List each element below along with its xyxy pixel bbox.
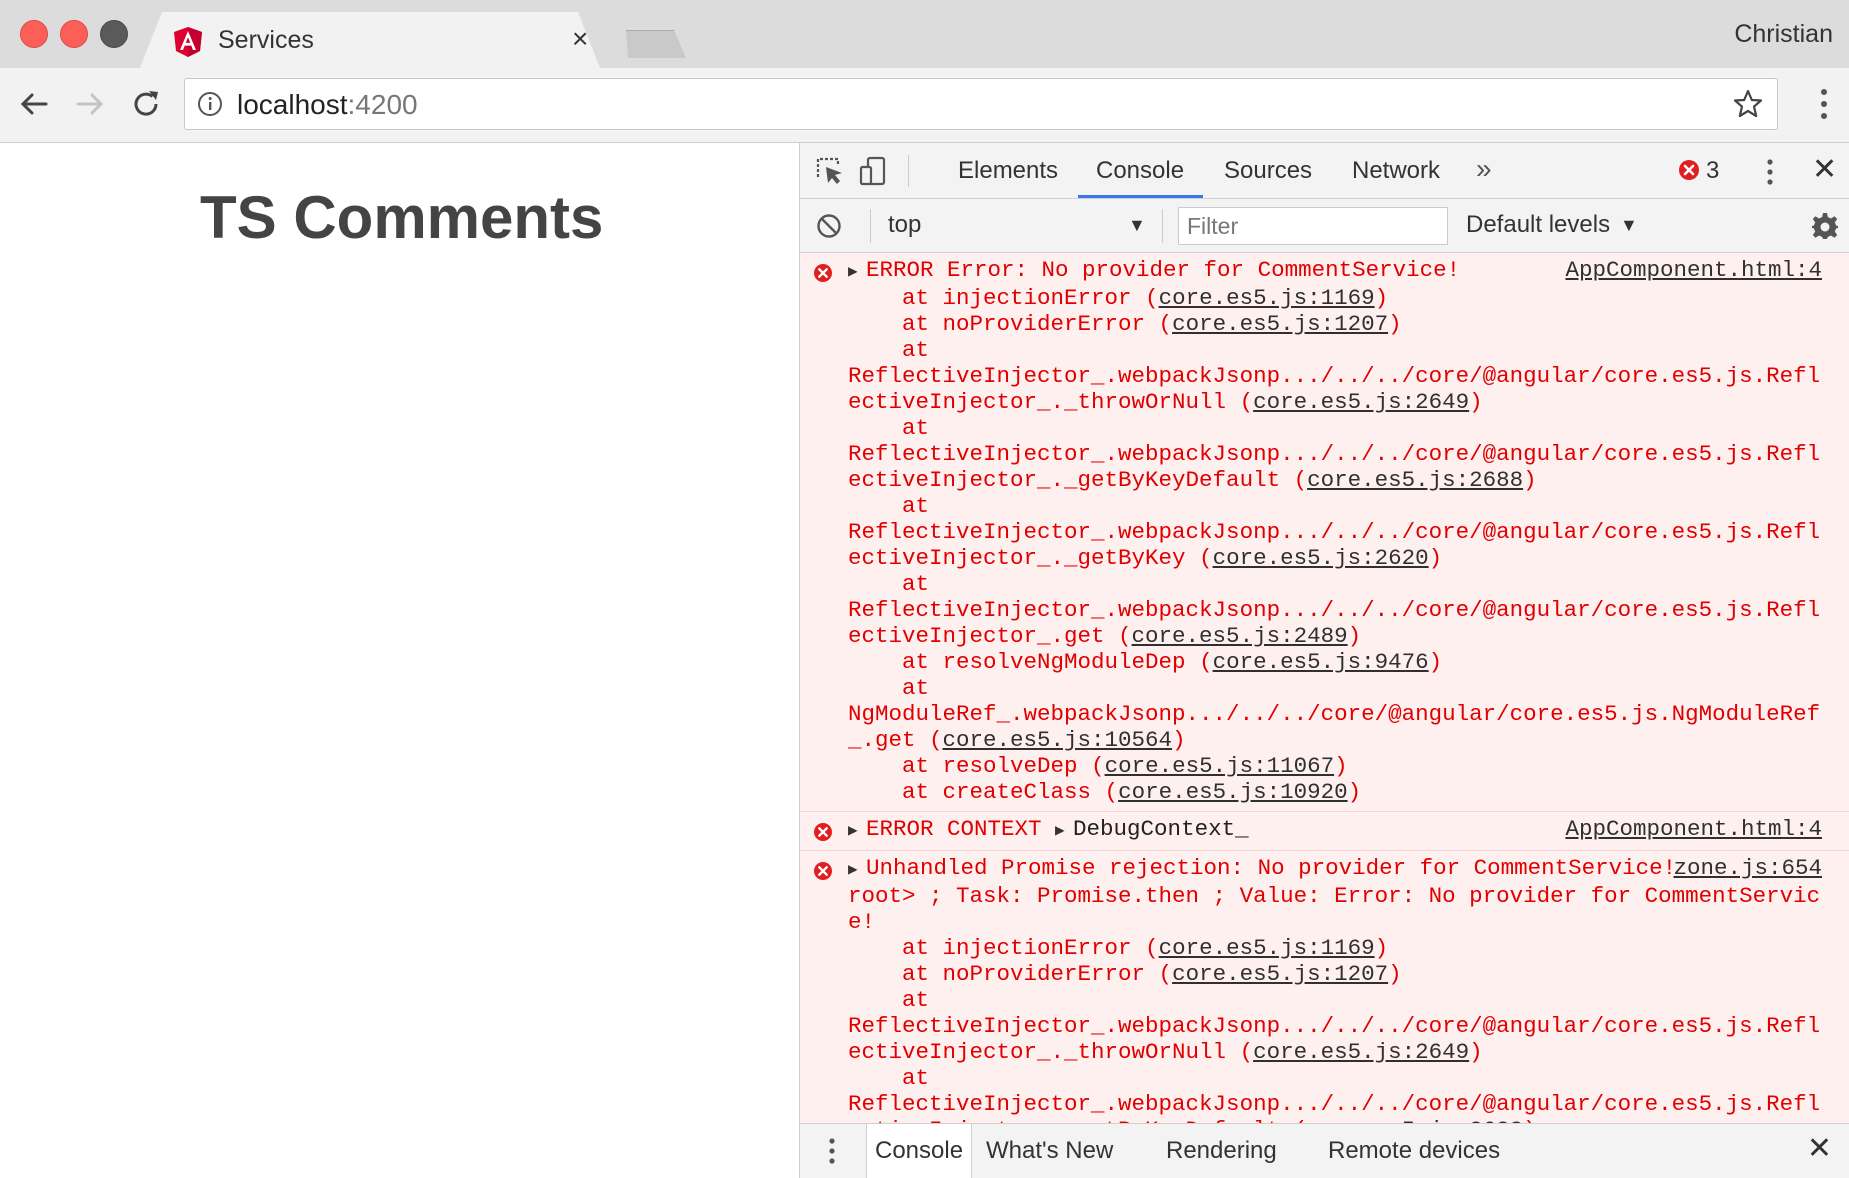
stack-frame-link[interactable]: core.es5.js:2620 (1213, 545, 1429, 571)
close-icon[interactable]: × (572, 24, 588, 54)
page-viewport: TS Comments (0, 143, 799, 1178)
tab-sources[interactable]: Sources (1224, 157, 1312, 185)
expand-triangle-icon[interactable]: ▶ (1055, 818, 1073, 844)
message-head: ERROR Error: No provider for CommentServ… (866, 257, 1461, 283)
title-bar: Services × Christian (0, 0, 1849, 68)
devtools-panel: Elements Console Sources Network » 3 ✕ t… (799, 143, 1849, 1178)
bookmark-star-icon[interactable] (1733, 89, 1763, 119)
browser-toolbar: localhost:4200 (0, 68, 1849, 143)
drawer-close-icon[interactable]: ✕ (1807, 1132, 1832, 1166)
browser-menu-icon[interactable] (1819, 86, 1829, 122)
stack-frame: at ReflectiveInjector_.webpackJsonp.../.… (848, 571, 1821, 649)
reload-icon[interactable] (128, 86, 164, 122)
stack-frame: at resolveDep (core.es5.js:11067) (848, 753, 1348, 779)
console-filter-bar: top ▼ Default levels ▼ (800, 199, 1849, 253)
expand-triangle-icon[interactable]: ▶ (848, 818, 866, 844)
angular-logo-icon (174, 27, 202, 57)
chevron-down-icon[interactable]: ▼ (1128, 215, 1146, 236)
chevron-down-icon[interactable]: ▼ (1620, 215, 1638, 236)
error-icon (814, 264, 832, 282)
stack-frame: at ReflectiveInjector_.webpackJsonp.../.… (848, 415, 1821, 493)
page-heading: TS Comments (200, 184, 604, 251)
stack-frame: at injectionError (core.es5.js:1169) (848, 285, 1389, 311)
execution-context-select[interactable]: top (888, 211, 921, 239)
console-messages[interactable]: AppComponent.html:4 ▶ ERROR Error: No prov… (800, 253, 1849, 1123)
tab-network[interactable]: Network (1352, 157, 1440, 185)
drawer-tab-whats-new[interactable]: What's New (986, 1137, 1113, 1165)
stack-frame: at NgModuleRef_.webpackJsonp.../../../co… (848, 675, 1821, 753)
stack-frame-link[interactable]: core.es5.js:1207 (1172, 961, 1388, 987)
message-source-link[interactable]: zone.js:654 (1673, 855, 1822, 881)
log-levels-select[interactable]: Default levels (1466, 211, 1610, 239)
console-error-message[interactable]: AppComponent.html:4 ▶ ERROR CONTEXT ▶ Debug… (800, 812, 1849, 851)
forward-arrow-icon[interactable] (72, 86, 108, 122)
stack-frame: at injectionError (core.es5.js:1169) (848, 935, 1389, 961)
tab-console[interactable]: Console (1096, 157, 1184, 185)
error-icon (814, 823, 832, 841)
message-text: ▶ Unhandled Promise rejection: No provide… (848, 855, 1822, 1123)
browser-tab[interactable] (140, 12, 600, 68)
error-count-icon[interactable] (1678, 159, 1700, 181)
inspect-element-icon[interactable] (814, 155, 846, 187)
stack-frame: at noProviderError (core.es5.js:1207) (848, 311, 1402, 337)
back-arrow-icon[interactable] (16, 86, 52, 122)
info-icon[interactable] (197, 91, 223, 117)
stack-frame: at ReflectiveInjector_.webpackJsonp.../.… (848, 1065, 1820, 1123)
drawer-tab-remote-devices[interactable]: Remote devices (1328, 1137, 1500, 1165)
expand-triangle-icon[interactable]: ▶ (848, 259, 866, 285)
console-error-message[interactable]: zone.js:654 ▶ Unhandled Promise rejection:… (800, 851, 1849, 1123)
expand-triangle-icon[interactable]: ▶ (848, 857, 866, 883)
profile-name[interactable]: Christian (1734, 20, 1833, 49)
address-bar[interactable]: localhost:4200 (184, 78, 1778, 130)
gear-icon[interactable] (1810, 211, 1840, 241)
active-tab-indicator (1078, 195, 1203, 198)
stack-frame-link[interactable]: core.es5.js:1169 (1159, 285, 1375, 311)
drawer-menu-icon[interactable] (828, 1136, 836, 1166)
console-error-message[interactable]: AppComponent.html:4 ▶ ERROR Error: No prov… (800, 253, 1849, 812)
devtools-menu-icon[interactable] (1766, 157, 1774, 187)
stack-frame-link[interactable]: core.es5.js:1169 (1159, 935, 1375, 961)
stack-frame: at noProviderError (core.es5.js:1207) (848, 961, 1402, 987)
message-text: ▶ ERROR Error: No provider for CommentSer… (848, 257, 1822, 805)
stack-frame-link[interactable]: core.es5.js:2688 (1307, 467, 1523, 493)
window-close-button[interactable] (20, 20, 48, 48)
devtools-drawer: Console What's New Rendering Remote devi… (800, 1123, 1849, 1178)
filter-input[interactable] (1178, 207, 1448, 245)
error-icon (814, 862, 832, 880)
stack-frame-link[interactable]: core.es5.js:1207 (1172, 311, 1388, 337)
message-source-link[interactable]: AppComponent.html:4 (1565, 816, 1822, 842)
stack-frame-link[interactable]: core.es5.js:11067 (1105, 753, 1335, 779)
stack-frame: at ReflectiveInjector_.webpackJsonp.../.… (848, 493, 1821, 571)
drawer-tab-console[interactable]: Console (866, 1124, 973, 1178)
stack-frame-link[interactable]: core.es5.js:2649 (1253, 389, 1469, 415)
devtools-toolbar: Elements Console Sources Network » 3 ✕ (800, 143, 1849, 199)
stack-frame: at ReflectiveInjector_.webpackJsonp.../.… (848, 337, 1821, 415)
message-head: ERROR CONTEXT (866, 816, 1042, 842)
tab-elements[interactable]: Elements (958, 157, 1058, 185)
more-tabs-icon[interactable]: » (1476, 153, 1492, 185)
new-tab-button[interactable] (626, 30, 686, 58)
stack-frame-link[interactable]: core.es5.js:2649 (1253, 1039, 1469, 1065)
tab-title: Services (218, 26, 314, 54)
drawer-tab-rendering[interactable]: Rendering (1166, 1137, 1277, 1165)
stack-frame-link[interactable]: core.es5.js:9476 (1213, 649, 1429, 675)
message-source-link[interactable]: AppComponent.html:4 (1565, 257, 1822, 283)
context-object[interactable]: DebugContext_ (1073, 816, 1249, 842)
stack-frame: at createClass (core.es5.js:10920) (848, 779, 1362, 805)
device-toolbar-icon[interactable] (858, 155, 890, 187)
window-minimize-button[interactable] (60, 20, 88, 48)
error-count[interactable]: 3 (1706, 157, 1719, 185)
stack-frame-link[interactable]: core.es5.js:10920 (1118, 779, 1348, 805)
window-zoom-button[interactable] (100, 20, 128, 48)
stack-frame: at ReflectiveInjector_.webpackJsonp.../.… (848, 987, 1821, 1065)
stack-frame-link[interactable]: core.es5.js:2489 (1132, 623, 1348, 649)
stack-frame-link[interactable]: core.es5.js:10564 (943, 727, 1173, 753)
clear-console-icon[interactable] (816, 213, 842, 239)
url-text[interactable]: localhost:4200 (237, 89, 418, 121)
devtools-close-icon[interactable]: ✕ (1812, 153, 1837, 187)
stack-frame: at resolveNgModuleDep (core.es5.js:9476) (848, 649, 1443, 675)
